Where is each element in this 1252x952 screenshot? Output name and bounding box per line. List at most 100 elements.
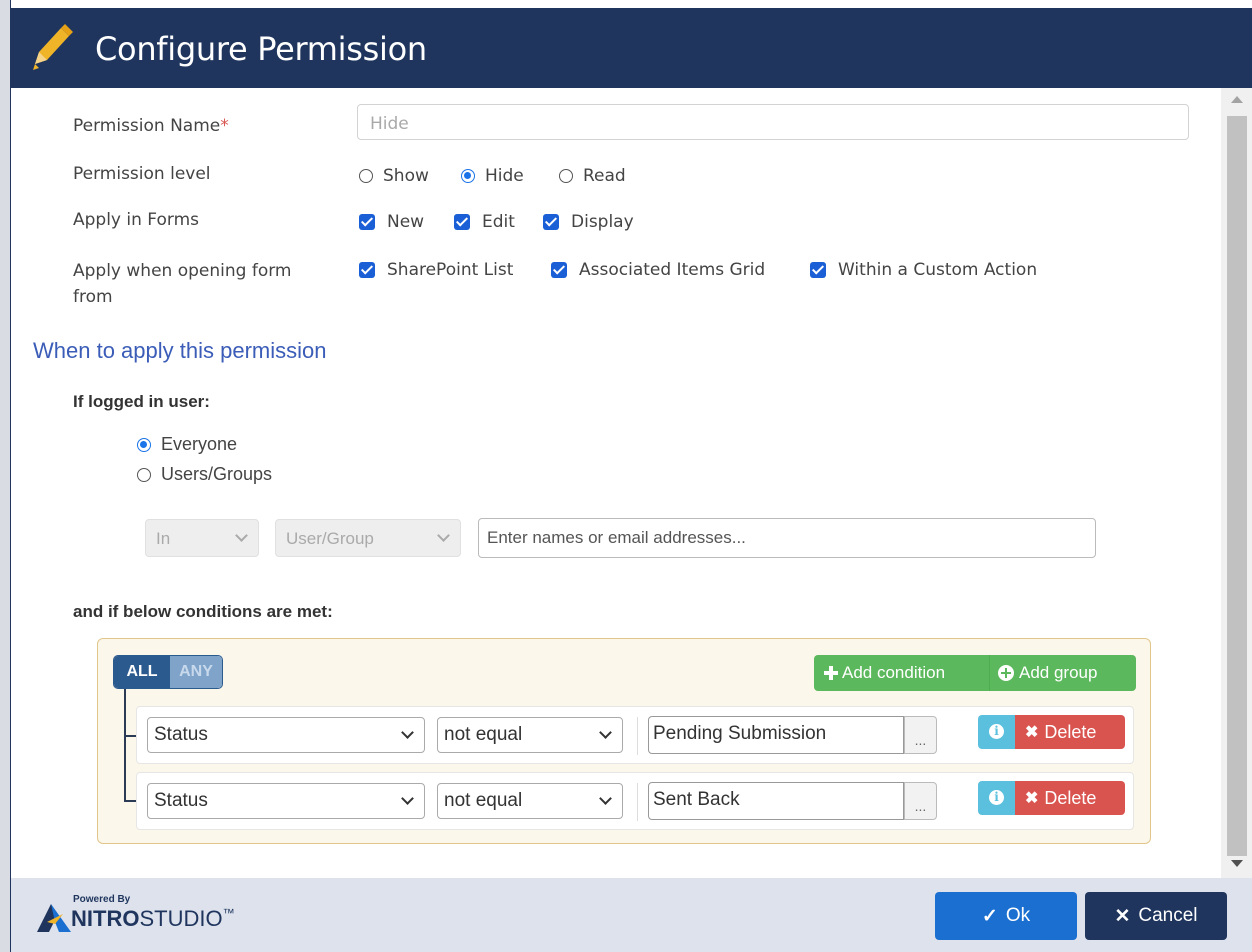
form-new-checkbox[interactable]: New: [359, 212, 424, 232]
checkbox-label: New: [387, 212, 425, 232]
names-email-input[interactable]: Enter names or email addresses...: [478, 518, 1096, 558]
dialog-title: Configure Permission: [95, 30, 427, 68]
all-any-toggle: ALL ANY: [113, 655, 223, 689]
form-display-checkbox[interactable]: Display: [543, 212, 634, 232]
plus-circle-icon: [998, 665, 1014, 681]
radio-label: Show: [383, 166, 429, 186]
user-group-select[interactable]: User/Group: [275, 519, 461, 557]
checkbox-checked-icon: [359, 214, 375, 230]
user-option-users-groups[interactable]: Users/Groups: [137, 464, 272, 485]
permission-name-label: Permission Name*: [73, 116, 229, 136]
add-group-button[interactable]: Add group: [990, 655, 1136, 691]
nitro-logo-icon: [37, 904, 71, 932]
button-label: Ok: [1005, 905, 1031, 926]
nitro-studio-logo: Powered By NITROSTUDIO™: [37, 892, 297, 942]
check-icon: ✓: [981, 905, 998, 927]
chevron-down-icon: [401, 726, 414, 739]
condition-rule: Status not equal Sent Back ... i ✖ Delete: [136, 772, 1134, 830]
dialog-header: Configure Permission: [11, 8, 1252, 88]
radio-icon: [359, 169, 373, 183]
field-select[interactable]: Status: [147, 783, 425, 819]
checkbox-label: Within a Custom Action: [838, 260, 1038, 280]
value-picker-button[interactable]: ...: [904, 716, 937, 754]
divider: [637, 783, 638, 821]
source-associated-items-grid-checkbox[interactable]: Associated Items Grid: [551, 260, 765, 280]
select-value: not equal: [444, 790, 523, 811]
checkbox-label: Associated Items Grid: [579, 260, 766, 280]
info-icon: i: [989, 724, 1004, 739]
button-label: Delete: [1044, 787, 1097, 808]
vertical-scrollbar[interactable]: [1221, 88, 1252, 878]
button-label: Add condition: [842, 663, 946, 682]
select-value: Status: [154, 790, 208, 811]
info-button[interactable]: i: [978, 715, 1015, 749]
form-edit-checkbox[interactable]: Edit: [454, 212, 515, 232]
in-select[interactable]: In: [145, 519, 259, 557]
tree-branch: [124, 800, 136, 802]
permission-name-input[interactable]: Hide: [357, 104, 1189, 140]
button-label: Cancel: [1138, 905, 1198, 926]
select-value: not equal: [444, 724, 523, 745]
info-icon: i: [989, 790, 1004, 805]
operator-select[interactable]: not equal: [437, 783, 623, 819]
configure-permission-dialog: Configure Permission Permission Name* Hi…: [10, 0, 1252, 952]
checkbox-checked-icon: [543, 214, 559, 230]
delete-button[interactable]: ✖ Delete: [1015, 781, 1125, 815]
operator-select[interactable]: not equal: [437, 717, 623, 753]
close-icon: ✕: [1114, 905, 1131, 927]
apply-forms-label: Apply in Forms: [73, 210, 199, 230]
logged-in-user-label: If logged in user:: [73, 392, 210, 411]
close-icon: ✖: [1025, 790, 1039, 807]
scroll-down-arrow-icon[interactable]: [1231, 860, 1243, 867]
field-select[interactable]: Status: [147, 717, 425, 753]
powered-by-text: Powered By: [73, 894, 131, 905]
radio-selected-icon: [461, 169, 475, 183]
permission-level-label: Permission level: [73, 164, 211, 184]
source-sharepoint-list-checkbox[interactable]: SharePoint List: [359, 260, 513, 280]
chevron-down-icon: [437, 529, 450, 542]
divider: [637, 717, 638, 755]
select-value: User/Group: [286, 529, 374, 548]
permission-level-hide[interactable]: Hide: [461, 166, 524, 186]
chevron-down-icon: [235, 529, 248, 542]
radio-label: Read: [583, 166, 626, 186]
radio-label: Everyone: [161, 434, 238, 454]
source-custom-action-checkbox[interactable]: Within a Custom Action: [810, 260, 1037, 280]
any-toggle-button[interactable]: ANY: [170, 656, 222, 688]
brand-name: NITROSTUDIO™: [71, 906, 235, 931]
chevron-down-icon: [599, 726, 612, 739]
section-title-when: When to apply this permission: [33, 338, 327, 363]
value-input[interactable]: Sent Back: [648, 782, 904, 820]
user-option-everyone[interactable]: Everyone: [137, 434, 237, 455]
radio-icon: [137, 467, 151, 482]
checkbox-checked-icon: [810, 262, 826, 278]
radio-icon: [559, 169, 573, 183]
permission-level-read[interactable]: Read: [559, 166, 626, 186]
ok-button[interactable]: ✓ Ok: [935, 892, 1077, 940]
radio-selected-icon: [137, 437, 151, 452]
permission-level-show[interactable]: Show: [359, 166, 429, 186]
add-condition-button[interactable]: Add condition: [814, 655, 990, 691]
button-label: Add group: [1019, 663, 1098, 682]
conditions-builder: ALL ANY Add condition Add group Status n…: [97, 638, 1151, 844]
tree-branch: [124, 735, 136, 737]
checkbox-label: Edit: [482, 212, 515, 232]
required-mark: *: [220, 116, 229, 136]
cancel-button[interactable]: ✕ Cancel: [1085, 892, 1227, 940]
dialog-body: Permission Name* Hide Permission level S…: [11, 88, 1221, 878]
dialog-footer: Powered By NITROSTUDIO™ ✓ Ok ✕ Cancel: [11, 878, 1252, 952]
value-input[interactable]: Pending Submission: [648, 716, 904, 754]
checkbox-label: Display: [571, 212, 634, 232]
scroll-up-arrow-icon[interactable]: [1231, 96, 1243, 103]
value-picker-button[interactable]: ...: [904, 782, 937, 820]
delete-button[interactable]: ✖ Delete: [1015, 715, 1125, 749]
checkbox-checked-icon: [551, 262, 567, 278]
all-toggle-button[interactable]: ALL: [114, 656, 170, 688]
chevron-down-icon: [401, 792, 414, 805]
info-button[interactable]: i: [978, 781, 1015, 815]
chevron-down-icon: [599, 792, 612, 805]
scrollbar-thumb[interactable]: [1227, 116, 1247, 856]
condition-rule: Status not equal Pending Submission ... …: [136, 706, 1134, 764]
radio-label: Users/Groups: [161, 464, 273, 484]
select-value: Status: [154, 724, 208, 745]
